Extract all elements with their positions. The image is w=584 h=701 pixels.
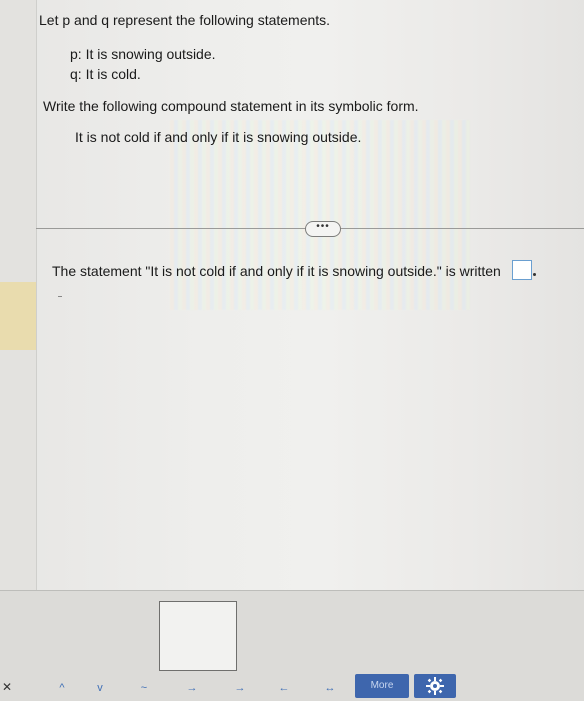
screen-glare — [170, 120, 470, 310]
statement-p: p: It is snowing outside. — [70, 46, 216, 62]
palette-input-area[interactable] — [159, 601, 237, 671]
arrow-right-symbol-button[interactable]: → — [230, 679, 250, 697]
conditional-symbol-button[interactable]: → — [182, 679, 202, 697]
question-page: Let p and q represent the following stat… — [0, 0, 584, 701]
or-symbol-button[interactable]: v — [90, 679, 110, 697]
active-question-marker — [0, 282, 36, 350]
more-symbols-button[interactable]: More — [355, 674, 409, 698]
expand-more-button[interactable]: ••• — [305, 221, 341, 237]
cursor-mark — [58, 296, 62, 297]
biconditional-symbol-button[interactable]: ↔ — [318, 679, 342, 697]
question-instruction: Write the following compound statement i… — [43, 98, 419, 114]
settings-button[interactable] — [414, 674, 456, 698]
not-symbol-button[interactable]: ~ — [134, 679, 154, 697]
question-intro: Let p and q represent the following stat… — [39, 12, 331, 28]
and-symbol-button[interactable]: ^ — [52, 679, 72, 697]
symbol-toolbar: ^ v ~ → → ← ↔ — [0, 676, 584, 700]
gear-icon — [426, 677, 444, 695]
compound-statement: It is not cold if and only if it is snow… — [75, 129, 362, 145]
statement-q: q: It is cold. — [70, 66, 141, 82]
answer-input-box[interactable] — [512, 260, 532, 280]
arrow-left-symbol-button[interactable]: ← — [274, 679, 294, 697]
answer-prompt: The statement "It is not cold if and onl… — [52, 263, 501, 279]
answer-period — [533, 273, 536, 276]
